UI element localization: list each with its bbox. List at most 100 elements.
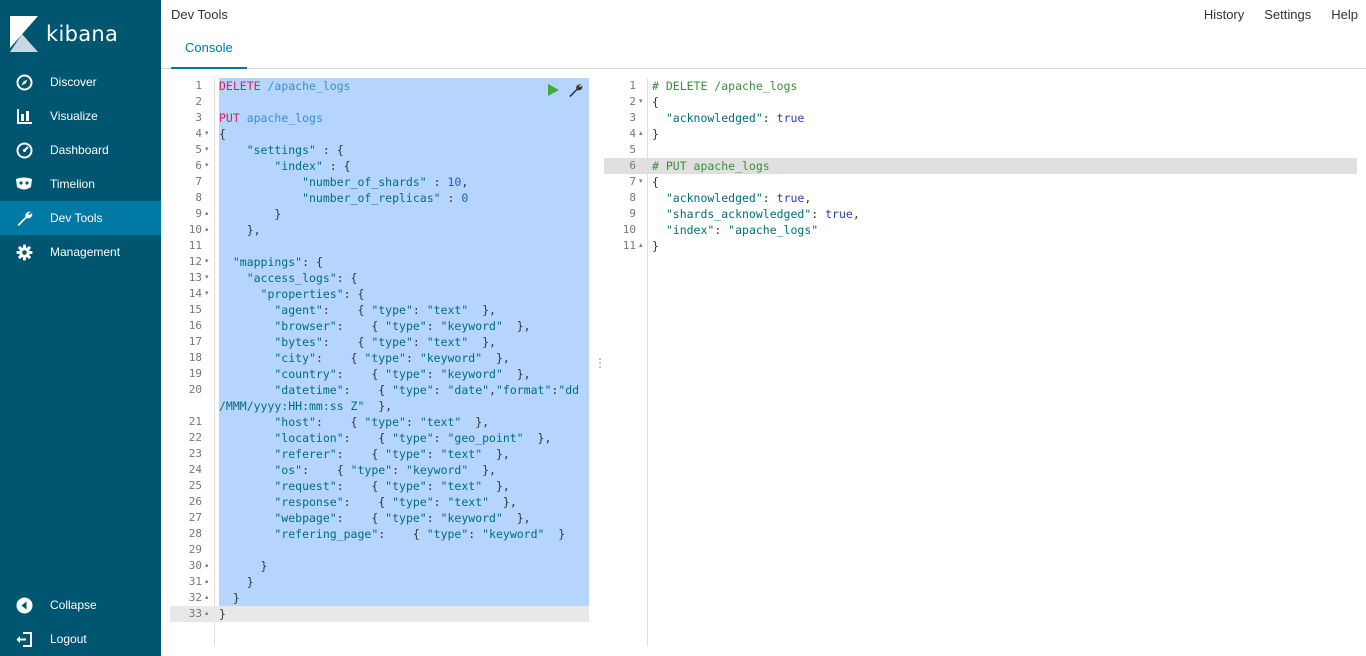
code-token: : { <box>322 303 372 317</box>
settings-link[interactable]: Settings <box>1264 7 1311 22</box>
fold-toggle-icon[interactable]: ▾ <box>205 142 209 158</box>
request-editor[interactable]: 1 2 3 4 ▾ 5 ▾ 6 ▾ 7 8 9 ▴ 10 ▴ 11 12 ▾ 13 ▾ 14 ▾ 15 16 17 18 19 20 2… <box>170 78 590 646</box>
line-number: 4 <box>629 127 636 140</box>
code-token: , <box>489 383 496 397</box>
code-line: } <box>652 126 659 142</box>
help-link[interactable]: Help <box>1331 7 1358 22</box>
code-token: "os" <box>219 463 303 477</box>
tab-console[interactable]: Console <box>171 33 247 69</box>
sidebar-item-visualize[interactable]: Visualize <box>0 99 161 133</box>
code-token: : <box>426 511 441 525</box>
code-token: } <box>219 559 268 573</box>
fold-toggle-icon[interactable]: ▾ <box>205 158 209 174</box>
request-actions-button[interactable] <box>568 83 583 98</box>
code-token: "format" <box>495 383 552 397</box>
sidebar-collapse-button[interactable]: Collapse <box>0 588 161 622</box>
code-token: "acknowledged" <box>652 191 763 205</box>
top-nav-links: History Settings Help <box>1204 7 1358 22</box>
code-line: "access_logs": { <box>219 270 358 286</box>
line-number: 23 <box>188 447 202 460</box>
code-token: } <box>219 575 254 589</box>
code-line: } <box>219 590 240 606</box>
kibana-logo[interactable]: kibana <box>10 14 118 54</box>
line-number: 15 <box>188 303 202 316</box>
code-line: "datetime": { "type": "date","format":"d… <box>219 382 579 398</box>
code-token: : { <box>343 495 393 509</box>
line-number: 5 <box>629 143 636 156</box>
code-token: }, <box>468 335 496 349</box>
code-token: : <box>440 191 462 205</box>
sidebar-item-discover[interactable]: Discover <box>0 65 161 99</box>
code-token: }, <box>482 479 510 493</box>
play-icon <box>548 84 559 96</box>
brand-name: kibana <box>46 22 119 46</box>
fold-toggle-icon[interactable]: ▴ <box>639 238 643 254</box>
code-line: "referer": { "type": "text" }, <box>219 446 510 462</box>
code-token: }, <box>502 511 531 525</box>
code-token: "text" <box>426 303 469 317</box>
code-line: PUT apache_logs <box>219 110 323 126</box>
code-token: "country" <box>219 367 337 381</box>
code-line: "request": { "type": "text" }, <box>219 478 510 494</box>
line-number: 25 <box>188 479 202 492</box>
sidebar-item-dashboard[interactable]: Dashboard <box>0 133 161 167</box>
line-number: 12 <box>188 255 202 268</box>
code-token: : { <box>343 431 393 445</box>
code-token: : { <box>336 479 386 493</box>
fold-toggle-icon[interactable]: ▴ <box>639 126 643 142</box>
sidebar-item-dev-tools[interactable]: Dev Tools <box>0 201 161 235</box>
code-token: }, <box>482 447 510 461</box>
history-link[interactable]: History <box>1204 7 1244 22</box>
sidebar-item-timelion[interactable]: Timelion <box>0 167 161 201</box>
fold-toggle-icon[interactable]: ▾ <box>205 254 209 270</box>
code-token: # PUT apache_logs <box>652 159 770 173</box>
code-token: : <box>426 367 441 381</box>
line-number: 4 <box>195 127 202 140</box>
code-token: "acknowledged" <box>652 111 763 125</box>
line-number: 11 <box>622 239 636 252</box>
fold-toggle-icon[interactable]: ▾ <box>639 174 643 190</box>
line-number: 17 <box>188 335 202 348</box>
code-token: } <box>219 607 226 621</box>
fold-toggle-icon[interactable]: ▾ <box>205 286 209 302</box>
gear-icon <box>15 243 33 261</box>
code-token: : <box>433 383 448 397</box>
code-token: }, <box>502 367 531 381</box>
fold-toggle-icon[interactable]: ▾ <box>205 270 209 286</box>
dashboard-gauge-icon <box>15 141 33 159</box>
line-number: 10 <box>188 223 202 236</box>
fold-toggle-icon[interactable]: ▾ <box>639 94 643 110</box>
code-token: "type" <box>350 463 393 477</box>
fold-toggle-icon[interactable]: ▾ <box>205 126 209 142</box>
code-token: : { <box>322 335 372 349</box>
code-token: "type" <box>385 367 427 381</box>
fold-toggle-icon[interactable]: ▴ <box>205 222 209 238</box>
code-token: "number_of_shards" <box>219 175 427 189</box>
code-token: "properties" <box>219 287 344 301</box>
fold-toggle-icon[interactable]: ▴ <box>205 558 209 574</box>
code-token: "shards_acknowledged" <box>652 207 812 221</box>
code-line: "acknowledged": true <box>652 110 805 126</box>
line-number: 6 <box>195 159 202 172</box>
code-line: { <box>219 126 226 142</box>
code-token: "agent" <box>219 303 323 317</box>
code-line: # PUT apache_logs <box>652 158 770 174</box>
code-token: } <box>652 239 659 253</box>
code-token: "keyword" <box>405 463 469 477</box>
fold-toggle-icon[interactable]: ▴ <box>205 606 209 622</box>
sidebar-item-label: Collapse <box>50 598 97 612</box>
code-token: 0 <box>461 191 469 205</box>
fold-toggle-icon[interactable]: ▴ <box>205 590 209 606</box>
code-token: "dd <box>558 383 580 397</box>
code-token: : <box>426 175 448 189</box>
sidebar-item-management[interactable]: Management <box>0 235 161 269</box>
code-token: } <box>219 207 282 221</box>
code-token: PUT <box>219 111 240 125</box>
code-token: "host" <box>219 415 316 429</box>
fold-toggle-icon[interactable]: ▴ <box>205 206 209 222</box>
send-request-button[interactable] <box>546 83 560 97</box>
code-token: "access_logs" <box>219 271 337 285</box>
code-token: "city" <box>219 351 316 365</box>
fold-toggle-icon[interactable]: ▴ <box>205 574 209 590</box>
sidebar-logout-button[interactable]: Logout <box>0 622 161 656</box>
